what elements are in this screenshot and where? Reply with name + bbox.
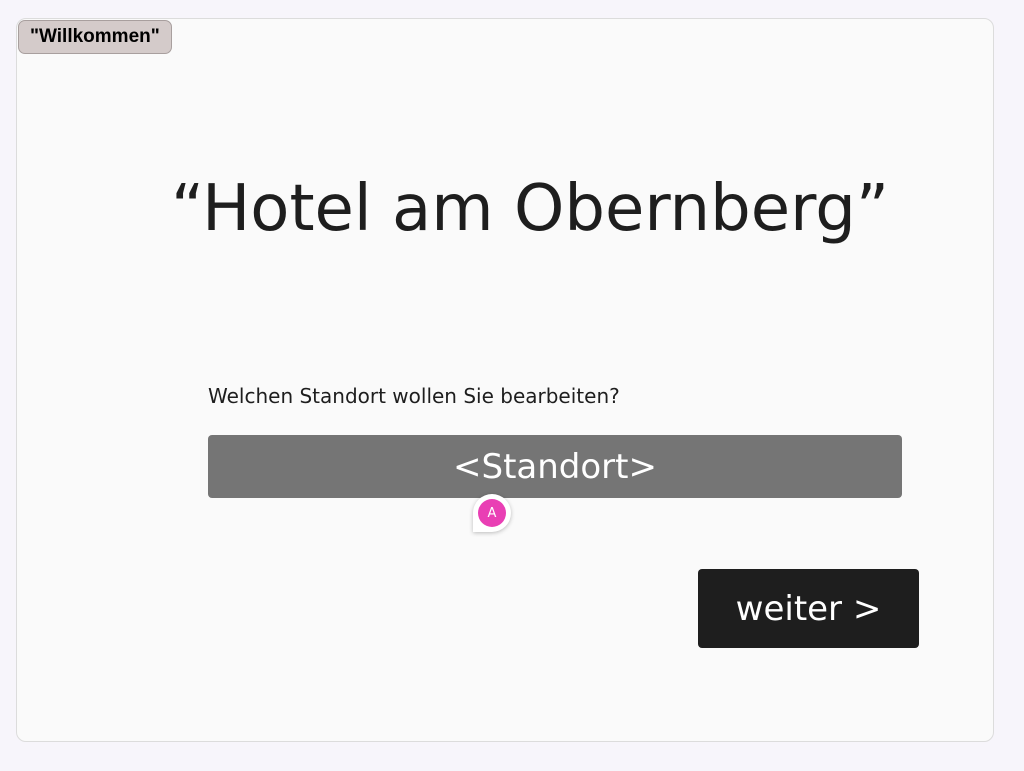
comment-pin[interactable]: A (473, 494, 511, 532)
comment-avatar: A (478, 499, 506, 527)
next-button[interactable]: weiter > (698, 569, 919, 648)
location-select-label: <Standort> (453, 446, 657, 487)
location-question: Welchen Standort wollen Sie bearbeiten? (208, 384, 620, 408)
frame-name-tag[interactable]: "Willkommen" (18, 20, 172, 54)
hotel-title: “Hotel am Obernberg” (170, 172, 890, 246)
location-select[interactable]: <Standort> (208, 435, 902, 498)
next-button-label: weiter > (735, 588, 882, 629)
